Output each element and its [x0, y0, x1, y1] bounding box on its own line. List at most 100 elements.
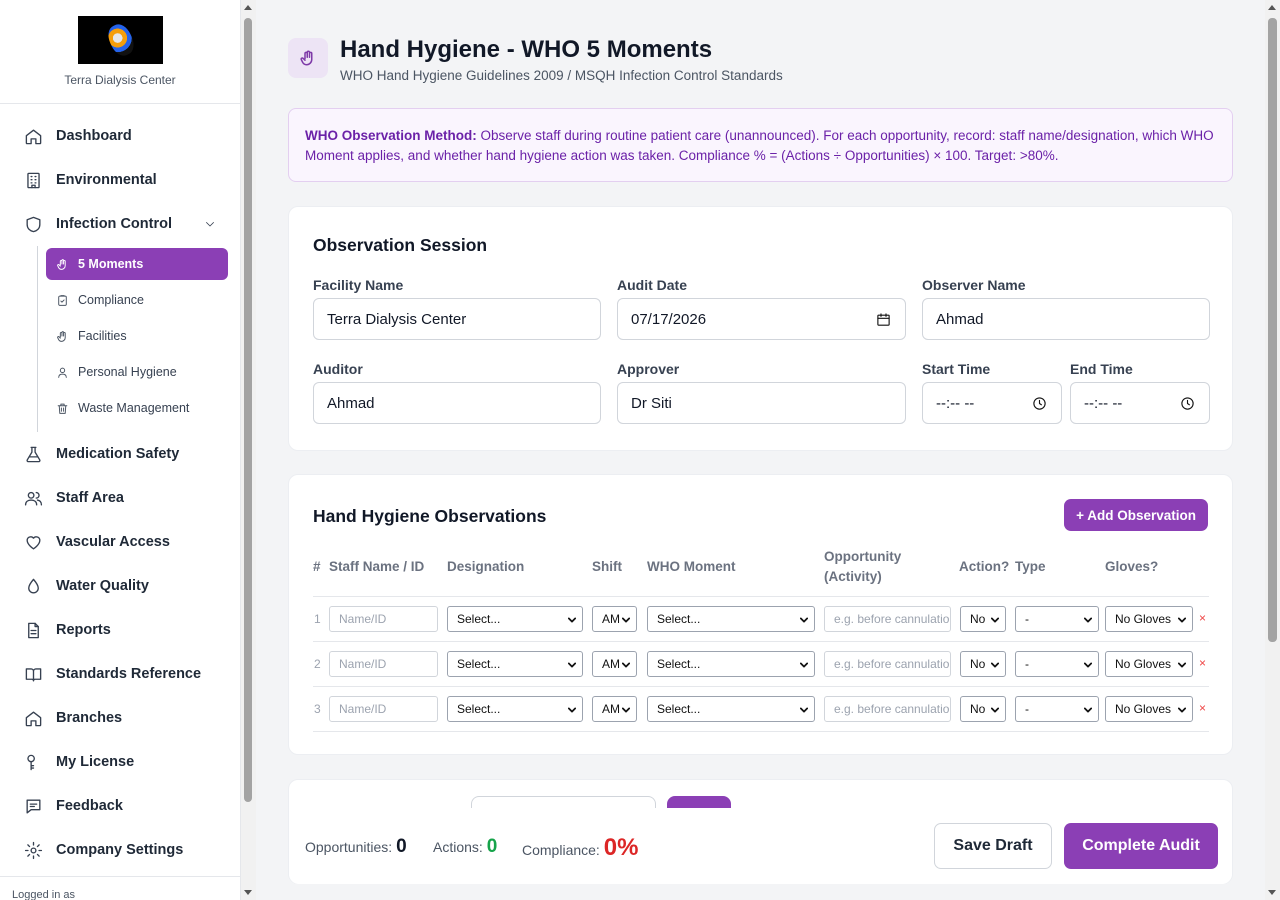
action-select[interactable]: No	[960, 651, 1006, 677]
who-moment-value: Select...	[657, 702, 701, 716]
scroll-down-arrow-icon[interactable]	[244, 890, 252, 895]
auditor-input[interactable]: Ahmad	[313, 382, 601, 424]
observations-title: Hand Hygiene Observations	[313, 506, 547, 526]
start-time-input[interactable]: --:-- --	[922, 382, 1062, 424]
chevron-down-icon	[1178, 706, 1186, 714]
who-moment-select[interactable]: Select...	[647, 606, 815, 632]
delete-row-icon[interactable]: ×	[1199, 656, 1206, 670]
type-select[interactable]: -	[1015, 651, 1099, 677]
type-select[interactable]: -	[1015, 696, 1099, 722]
scroll-up-arrow-icon[interactable]	[244, 5, 252, 10]
end-time-input[interactable]: --:-- --	[1070, 382, 1210, 424]
gear-icon	[24, 841, 43, 859]
action-value: No	[970, 702, 986, 716]
facility-input[interactable]: Terra Dialysis Center	[313, 298, 601, 340]
clock-icon[interactable]	[1180, 396, 1195, 411]
approver-input[interactable]: Dr Siti	[617, 382, 906, 424]
sidebar-item-branches[interactable]: Branches	[0, 696, 240, 740]
company-logo[interactable]	[77, 16, 163, 64]
shift-select[interactable]: AM	[592, 696, 637, 722]
delete-row-icon[interactable]: ×	[1199, 701, 1206, 715]
scrollbar-thumb[interactable]	[1268, 18, 1277, 642]
chevron-down-icon	[1178, 661, 1186, 669]
gloves-select[interactable]: No Gloves	[1105, 696, 1193, 722]
add-observation-button[interactable]: + Add Observation	[1064, 499, 1208, 531]
sidebar-subitem-waste-management[interactable]: Waste Management	[46, 392, 228, 424]
designation-value: Select...	[457, 612, 501, 626]
complete-audit-button[interactable]: Complete Audit	[1064, 823, 1218, 869]
sidebar-item-reports[interactable]: Reports	[0, 608, 240, 652]
chevron-down-icon	[800, 661, 808, 669]
staff-name-input[interactable]: Name/ID	[329, 606, 438, 632]
page-scrollbar[interactable]	[1265, 0, 1280, 900]
main-content: Hand Hygiene - WHO 5 Moments WHO Hand Hy…	[256, 0, 1265, 900]
action-select[interactable]: No	[960, 696, 1006, 722]
observer-input[interactable]: Ahmad	[922, 298, 1210, 340]
activity-input[interactable]: e.g. before cannulation	[824, 606, 951, 632]
col-header-type: Type	[1015, 559, 1046, 574]
sidebar-item-water-quality[interactable]: Water Quality	[0, 564, 240, 608]
sidebar-item-dashboard[interactable]: Dashboard	[0, 114, 240, 158]
sidebar-item-environmental[interactable]: Environmental	[0, 158, 240, 202]
sidebar-item-infection-control[interactable]: Infection Control	[0, 202, 240, 246]
sidebar-item-medication-safety[interactable]: Medication Safety	[0, 432, 240, 476]
gloves-select[interactable]: No Gloves	[1105, 651, 1193, 677]
staff-name-input[interactable]: Name/ID	[329, 696, 438, 722]
opportunities-label: Opportunities:	[305, 839, 393, 855]
observer-value: Ahmad	[936, 310, 984, 328]
designation-select[interactable]: Select...	[447, 696, 583, 722]
sidebar-scrollbar[interactable]	[241, 0, 256, 900]
sidebar-subitem-facilities[interactable]: Facilities	[46, 320, 228, 352]
sidebar-item-label: Infection Control	[56, 216, 172, 232]
home-icon	[25, 710, 42, 726]
col-header-shift: Shift	[592, 559, 622, 574]
sidebar-item-feedback[interactable]: Feedback	[0, 784, 240, 828]
action-select[interactable]: No	[960, 606, 1006, 632]
designation-select[interactable]: Select...	[447, 651, 583, 677]
sidebar-item-my-license[interactable]: My License	[0, 740, 240, 784]
designation-select[interactable]: Select...	[447, 606, 583, 632]
brand-name: Terra Dialysis Center	[64, 73, 176, 87]
chevron-down-icon	[991, 706, 999, 714]
sidebar-item-label: Water Quality	[56, 578, 149, 594]
sidebar-subitem-label: Compliance	[78, 293, 145, 307]
shift-select[interactable]: AM	[592, 651, 637, 677]
compliance-stat: Compliance: 0%	[522, 834, 638, 862]
sidebar-item-company-settings[interactable]: Company Settings	[0, 828, 240, 872]
sidebar-subitem-label: 5 Moments	[78, 257, 144, 271]
hidden-button-edge	[667, 796, 731, 808]
shift-select[interactable]: AM	[592, 606, 637, 632]
save-draft-button[interactable]: Save Draft	[934, 823, 1052, 869]
sidebar-item-standards-reference[interactable]: Standards Reference	[0, 652, 240, 696]
brand: Terra Dialysis Center	[0, 0, 240, 104]
type-select[interactable]: -	[1015, 606, 1099, 632]
scrollbar-thumb[interactable]	[244, 18, 252, 802]
scroll-up-arrow-icon[interactable]	[1268, 5, 1276, 10]
who-moment-select[interactable]: Select...	[647, 651, 815, 677]
sidebar-subitem-personal-hygiene[interactable]: Personal Hygiene	[46, 356, 228, 388]
scroll-down-arrow-icon[interactable]	[1268, 890, 1276, 895]
sidebar-subitem-5-moments[interactable]: 5 Moments	[46, 248, 228, 280]
end-time-label: End Time	[1070, 361, 1133, 377]
clock-icon[interactable]	[1032, 396, 1047, 411]
gloves-value: No Gloves	[1115, 657, 1172, 671]
sidebar-subitem-compliance[interactable]: Compliance	[46, 284, 228, 316]
sidebar-item-vascular-access[interactable]: Vascular Access	[0, 520, 240, 564]
row-number: 1	[314, 612, 321, 626]
designation-value: Select...	[457, 702, 501, 716]
activity-input[interactable]: e.g. before cannulation	[824, 696, 951, 722]
calendar-icon[interactable]	[876, 312, 891, 327]
activity-input[interactable]: e.g. before cannulation	[824, 651, 951, 677]
staff-name-input[interactable]: Name/ID	[329, 651, 438, 677]
delete-row-icon[interactable]: ×	[1199, 611, 1206, 625]
gloves-select[interactable]: No Gloves	[1105, 606, 1193, 632]
col-header-staff: Staff Name / ID	[329, 559, 425, 574]
sidebar-item-label: Environmental	[56, 172, 157, 188]
sidebar-item-label: Company Settings	[56, 842, 184, 858]
audit-date-input[interactable]: 07/17/2026	[617, 298, 906, 340]
observation-session-card: Observation Session Facility Name Terra …	[288, 206, 1233, 451]
trash-icon	[57, 403, 68, 414]
sidebar-item-staff-area[interactable]: Staff Area	[0, 476, 240, 520]
opportunities-value: 0	[396, 836, 407, 857]
who-moment-select[interactable]: Select...	[647, 696, 815, 722]
